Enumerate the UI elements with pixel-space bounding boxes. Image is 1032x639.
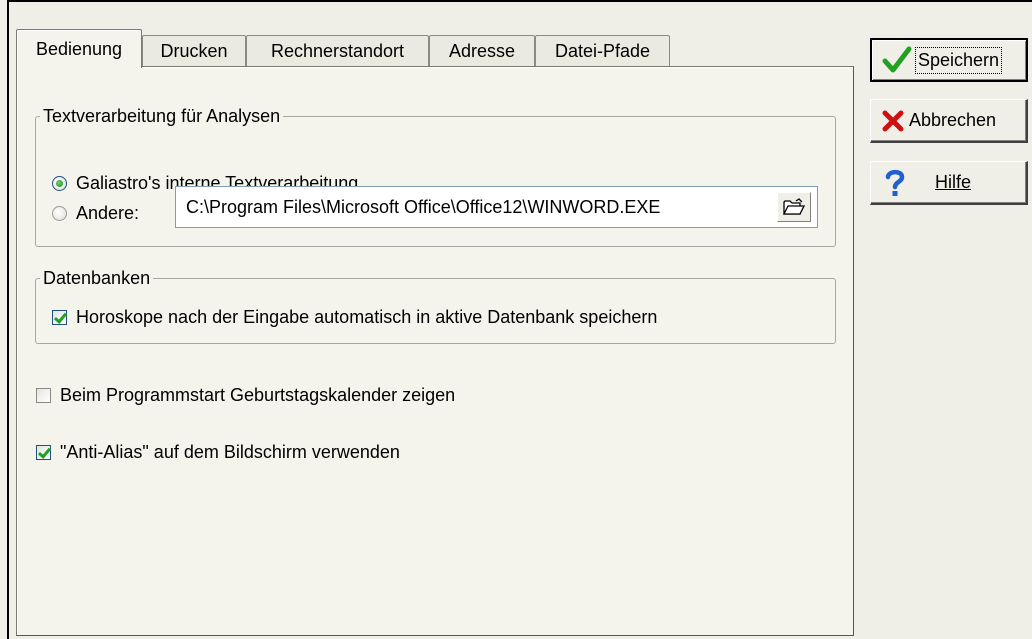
tab-drucken[interactable]: Drucken <box>142 35 246 67</box>
checkbox-antialias[interactable] <box>36 445 51 460</box>
groupbox-title: Datenbanken <box>40 266 154 290</box>
groupbox-title: Textverarbeitung für Analysen <box>40 104 284 128</box>
checkbox-autosave-label: Horoskope nach der Eingabe automatisch i… <box>76 307 658 327</box>
radio-other-row[interactable]: Andere: <box>52 203 139 224</box>
checkbox-birthday[interactable] <box>36 388 51 403</box>
tab-bedienung[interactable]: Bedienung <box>16 29 142 68</box>
folder-open-icon <box>783 198 805 215</box>
tab-rechnerstandort[interactable]: Rechnerstandort <box>246 35 429 67</box>
help-button[interactable]: Hilfe <box>870 161 1028 205</box>
question-icon <box>885 169 905 196</box>
save-button-label: Speichern <box>914 46 1003 74</box>
word-path-value[interactable]: C:\Program Files\Microsoft Office\Office… <box>176 197 777 218</box>
checkbox-antialias-row[interactable]: "Anti-Alias" auf dem Bildschirm verwende… <box>36 442 400 463</box>
browse-button[interactable] <box>777 192 811 222</box>
checkbox-birthday-label: Beim Programmstart Geburtstagskalender z… <box>60 385 456 405</box>
checkbox-birthday-row[interactable]: Beim Programmstart Geburtstagskalender z… <box>36 385 455 406</box>
help-button-label: Hilfe <box>935 172 972 192</box>
radio-other[interactable] <box>52 206 67 221</box>
word-path-field[interactable]: C:\Program Files\Microsoft Office\Office… <box>175 186 818 228</box>
checkmark-icon <box>882 46 912 73</box>
checkbox-autosave[interactable] <box>52 310 67 325</box>
radio-internal[interactable] <box>52 176 67 191</box>
cancel-button[interactable]: Abbrechen <box>870 99 1028 143</box>
checkbox-autosave-row[interactable]: Horoskope nach der Eingabe automatisch i… <box>52 307 657 328</box>
cancel-button-label: Abbrechen <box>909 110 997 130</box>
radio-other-label: Andere: <box>76 203 140 223</box>
checkbox-antialias-label: "Anti-Alias" auf dem Bildschirm verwende… <box>60 442 400 462</box>
tab-adresse[interactable]: Adresse <box>429 35 535 67</box>
save-button[interactable]: Speichern <box>870 38 1028 82</box>
x-icon <box>882 110 904 131</box>
tab-datei-pfade[interactable]: Datei-Pfade <box>535 35 670 67</box>
